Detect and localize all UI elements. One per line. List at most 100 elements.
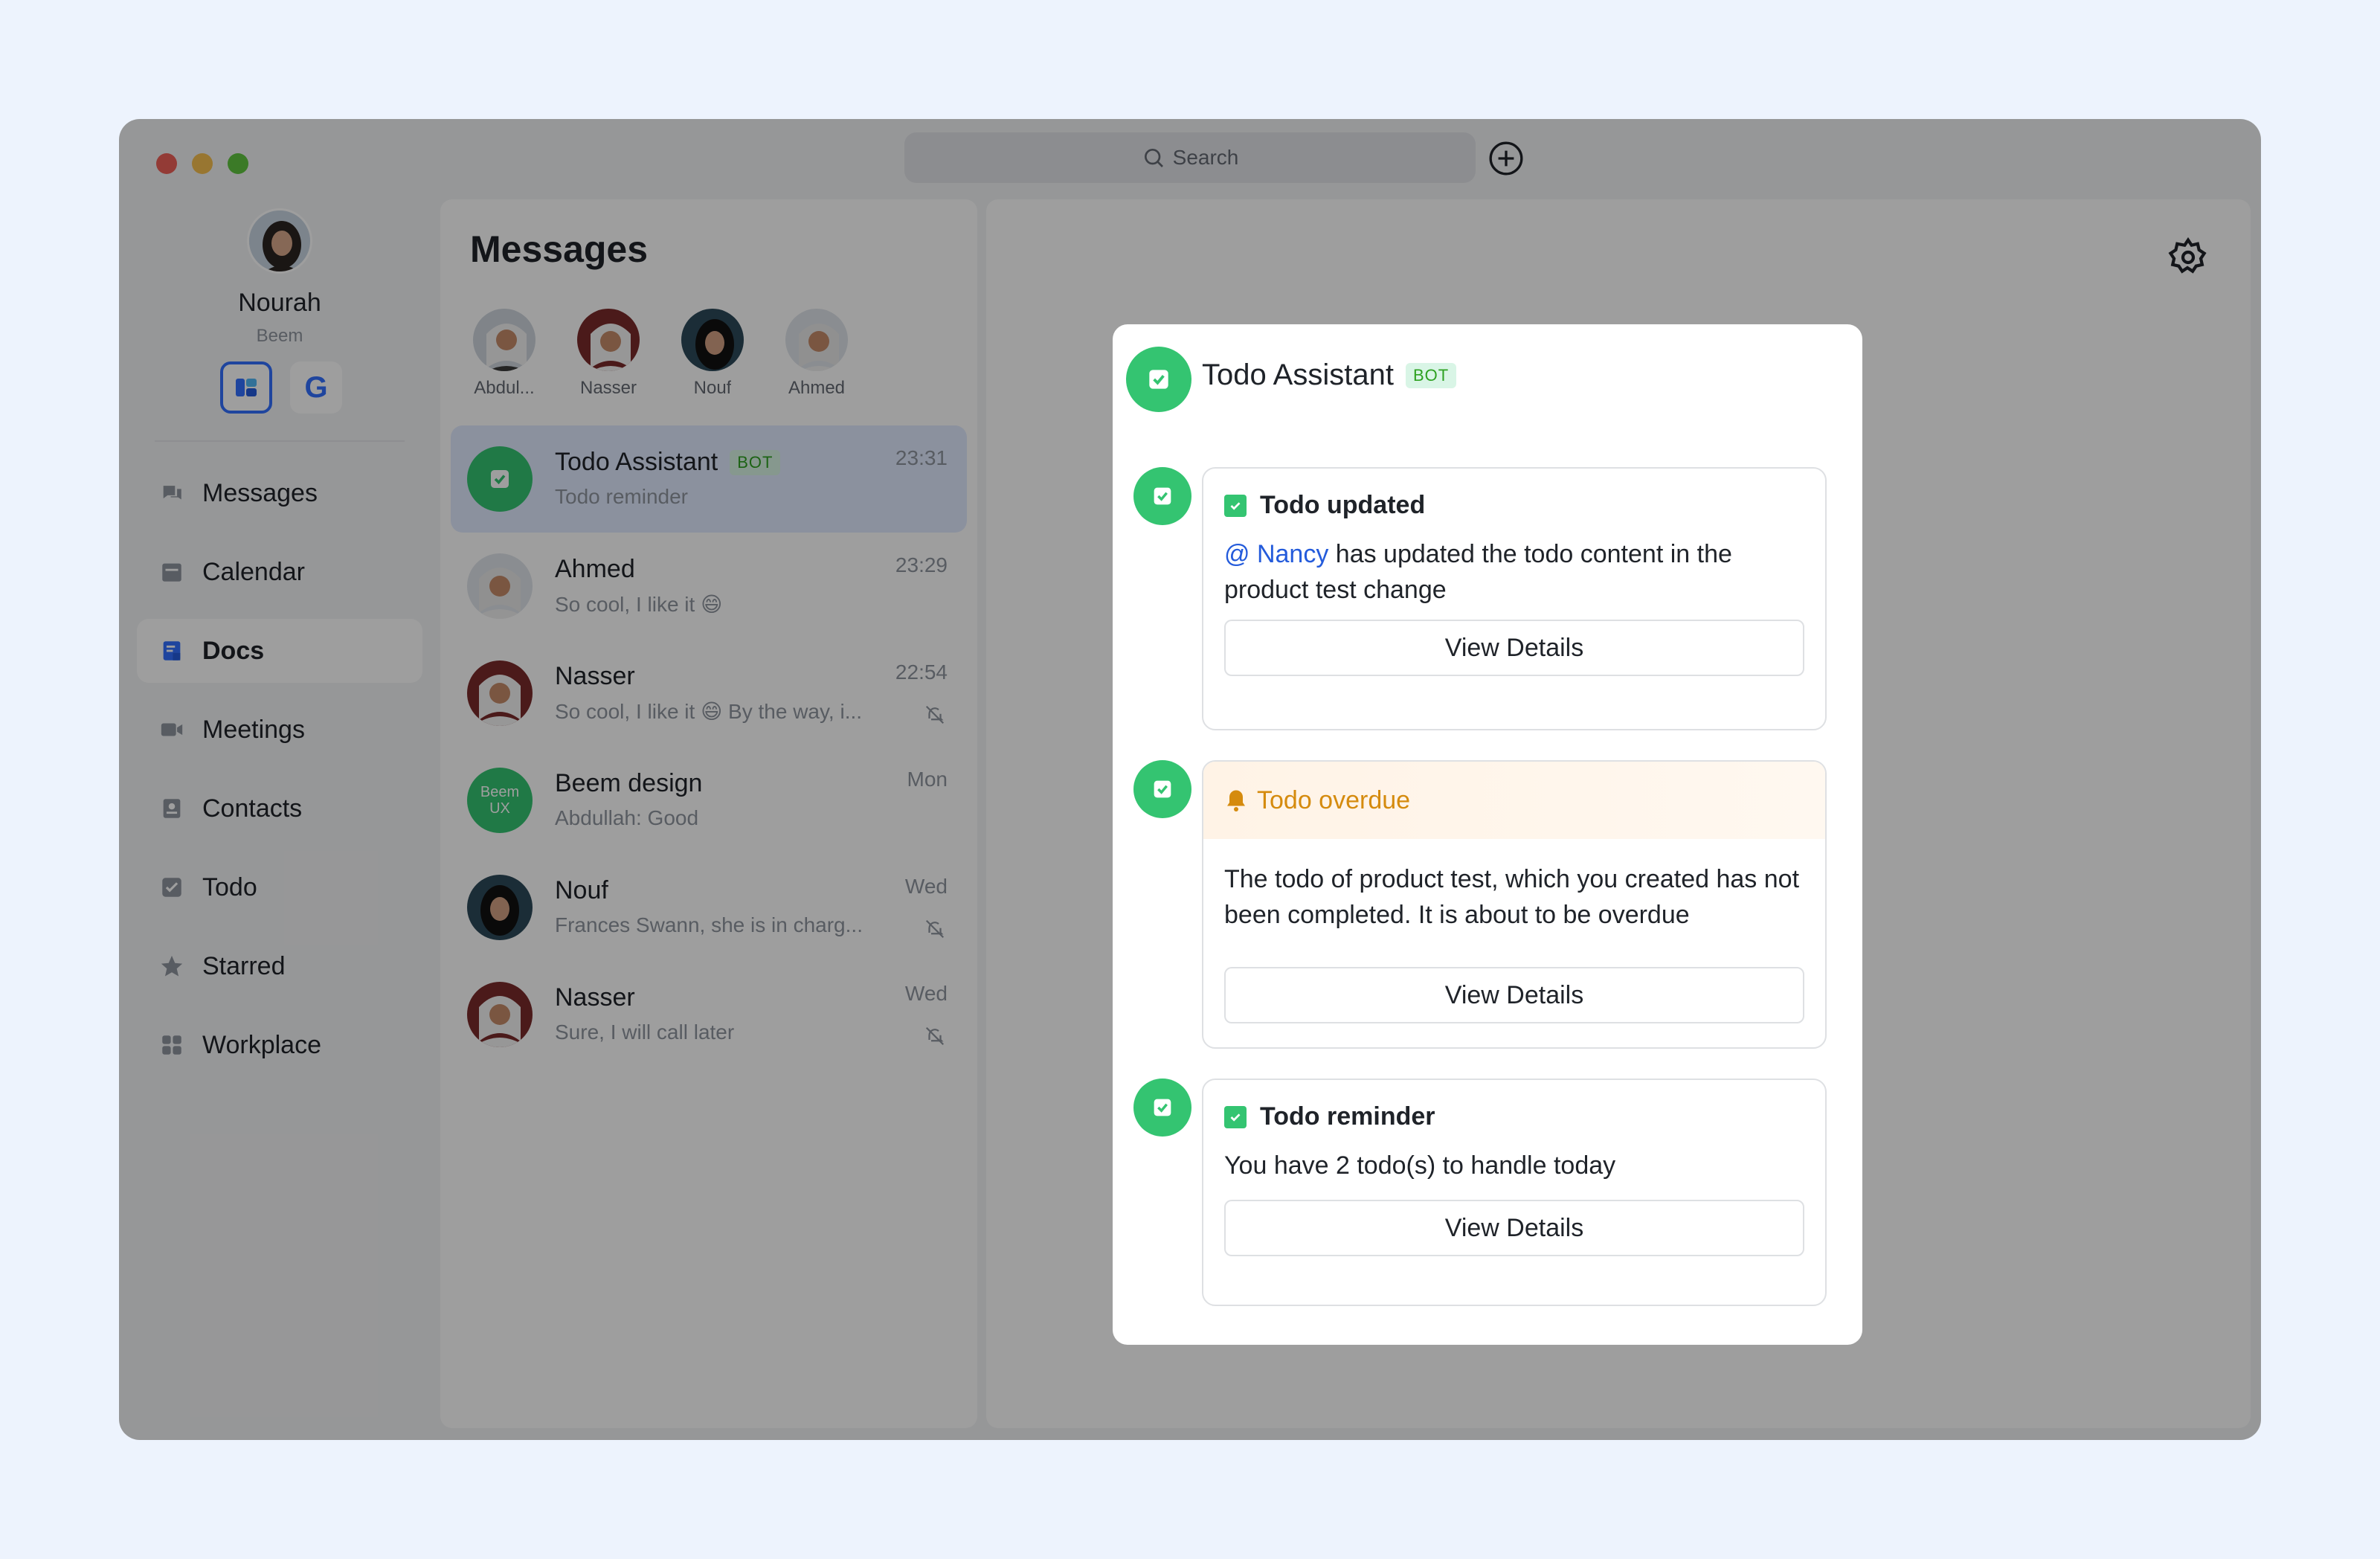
avatar bbox=[1133, 467, 1191, 525]
view-details-button[interactable]: View Details bbox=[1224, 967, 1804, 1023]
chat-time: Mon bbox=[907, 768, 948, 791]
story-item[interactable]: Abdul... bbox=[467, 306, 541, 399]
chat-name: Nasser bbox=[555, 983, 635, 1012]
story-item[interactable]: Nasser bbox=[571, 306, 646, 399]
app-window: Search Nourah Beem G Messages Calendar D… bbox=[119, 119, 2261, 1440]
avatar bbox=[467, 553, 533, 619]
card-title: Todo updated bbox=[1260, 491, 1426, 519]
card-title: Todo reminder bbox=[1260, 1102, 1435, 1131]
sidebar-item-meetings[interactable]: Meetings bbox=[137, 698, 422, 762]
todo-card-reminder: Todo reminder You have 2 todo(s) to hand… bbox=[1202, 1079, 1827, 1306]
close-window-button[interactable] bbox=[156, 153, 177, 174]
todo-check-icon bbox=[1154, 1099, 1171, 1116]
avatar bbox=[783, 306, 850, 373]
chat-name-text: Todo Assistant bbox=[555, 448, 718, 476]
todo-card-overdue: Todo overdue The todo of product test, w… bbox=[1202, 760, 1827, 1049]
sidebar-item-calendar[interactable]: Calendar bbox=[137, 540, 422, 604]
sidebar-divider bbox=[155, 440, 405, 442]
avatar bbox=[1133, 1079, 1191, 1137]
chat-name-text: Nasser bbox=[555, 983, 635, 1012]
mention-link[interactable]: @ Nancy bbox=[1224, 540, 1328, 568]
profile-org: Beem bbox=[256, 326, 303, 346]
chat-name-text: Ahmed bbox=[555, 555, 635, 583]
sidebar-item-messages[interactable]: Messages bbox=[137, 461, 422, 525]
chat-preview: So cool, I like it 😄 bbox=[555, 593, 723, 616]
chat-name-text: Nouf bbox=[555, 876, 608, 904]
sidebar-item-label: Docs bbox=[202, 636, 265, 665]
story-item[interactable]: Ahmed bbox=[779, 306, 854, 399]
view-details-button[interactable]: View Details bbox=[1224, 620, 1804, 676]
minimize-window-button[interactable] bbox=[192, 153, 213, 174]
todo-check-icon bbox=[1154, 487, 1171, 505]
avatar bbox=[1133, 760, 1191, 818]
card-body: @ Nancy has updated the todo content in … bbox=[1203, 520, 1825, 620]
avatar bbox=[679, 306, 746, 373]
bot-badge: BOT bbox=[1405, 362, 1457, 388]
chat-bubbles-icon bbox=[162, 486, 181, 500]
window-controls bbox=[156, 153, 248, 174]
chat-time: 23:29 bbox=[895, 553, 948, 576]
card-header: Todo updated bbox=[1203, 469, 1825, 520]
card-body: You have 2 todo(s) to handle today bbox=[1224, 1151, 1616, 1180]
chat-name-text: Beem design bbox=[555, 769, 703, 797]
add-icon[interactable] bbox=[1488, 140, 1525, 177]
messages-panel: Messages Abdul... Nasser Nouf Ahmed Todo… bbox=[440, 199, 977, 1428]
beem-logo-icon bbox=[236, 379, 257, 396]
chat-preview: Frances Swann, she is in charg... bbox=[555, 913, 863, 936]
org-g-label: G bbox=[304, 370, 328, 404]
video-camera-icon bbox=[161, 723, 183, 736]
avatar bbox=[575, 306, 642, 373]
sidebar-item-label: Contacts bbox=[202, 794, 303, 823]
chat-time: Wed bbox=[904, 982, 948, 1005]
sidebar-item-label: Starred bbox=[202, 951, 286, 980]
todo-card-updated: Todo updated @ Nancy has updated the tod… bbox=[1202, 467, 1827, 730]
story-name: Nasser bbox=[579, 378, 637, 398]
chat-item-nasser[interactable]: Nasser So cool, I like it 😄 By the way, … bbox=[451, 640, 967, 747]
avatar bbox=[471, 306, 538, 373]
search-icon bbox=[1144, 149, 1163, 167]
chat-preview: So cool, I like it 😄 By the way, i... bbox=[555, 700, 863, 723]
sidebar-item-starred[interactable]: Starred bbox=[137, 934, 422, 998]
search-placeholder: Search bbox=[1172, 146, 1239, 169]
chat-item-nouf[interactable]: Nouf Frances Swann, she is in charg... W… bbox=[451, 854, 967, 961]
todo-check-icon bbox=[1224, 494, 1247, 517]
bot-badge: BOT bbox=[730, 449, 781, 475]
card-header: Todo reminder bbox=[1203, 1080, 1825, 1131]
org-g-button[interactable]: G bbox=[290, 361, 342, 414]
sidebar-item-label: Calendar bbox=[202, 557, 305, 586]
sidebar-item-label: Todo bbox=[202, 872, 257, 901]
todo-check-icon bbox=[1154, 780, 1171, 798]
chat-name: Nouf bbox=[555, 876, 608, 905]
chat-name: Todo Assistant BOT bbox=[555, 448, 781, 477]
mute-icon bbox=[925, 705, 945, 724]
sidebar: Nourah Beem G Messages Calendar Docs Mee… bbox=[119, 199, 440, 1440]
sidebar-item-contacts[interactable]: Contacts bbox=[137, 777, 422, 840]
avatar bbox=[467, 875, 533, 940]
maximize-window-button[interactable] bbox=[228, 153, 248, 174]
contacts-icon bbox=[163, 799, 181, 818]
chat-item-beem-design[interactable]: Beem UX Beem design Abdullah: Good Mon bbox=[451, 747, 967, 854]
sidebar-item-todo[interactable]: Todo bbox=[137, 855, 422, 919]
org-switcher: G bbox=[220, 361, 342, 414]
mute-icon bbox=[925, 1026, 945, 1046]
sidebar-item-docs[interactable]: Docs bbox=[137, 619, 422, 683]
gear-icon[interactable] bbox=[2167, 237, 2209, 278]
chat-time: 22:54 bbox=[895, 660, 948, 684]
star-icon bbox=[161, 955, 183, 977]
org-beem-button[interactable] bbox=[220, 361, 272, 414]
sidebar-item-workplace[interactable]: Workplace bbox=[137, 1013, 422, 1077]
view-details-button[interactable]: View Details bbox=[1224, 1200, 1804, 1256]
chat-time: Wed bbox=[904, 875, 948, 898]
chat-item-nasser-2[interactable]: Nasser Sure, I will call later Wed bbox=[451, 961, 967, 1068]
sidebar-item-label: Meetings bbox=[202, 715, 305, 744]
chat-item-todo-assistant[interactable]: Todo Assistant BOT Todo reminder 23:31 bbox=[451, 425, 967, 533]
search-bar[interactable]: Search bbox=[904, 132, 1476, 183]
todo-check-icon bbox=[162, 878, 181, 897]
mute-icon bbox=[925, 919, 945, 939]
story-item[interactable]: Nouf bbox=[675, 306, 750, 399]
avatar[interactable] bbox=[247, 208, 312, 274]
chat-item-ahmed[interactable]: Ahmed So cool, I like it 😄 23:29 bbox=[451, 533, 967, 640]
card-title: Todo overdue bbox=[1257, 785, 1411, 814]
chat-preview: Sure, I will call later bbox=[555, 1020, 735, 1044]
story-name: Nouf bbox=[693, 378, 732, 398]
